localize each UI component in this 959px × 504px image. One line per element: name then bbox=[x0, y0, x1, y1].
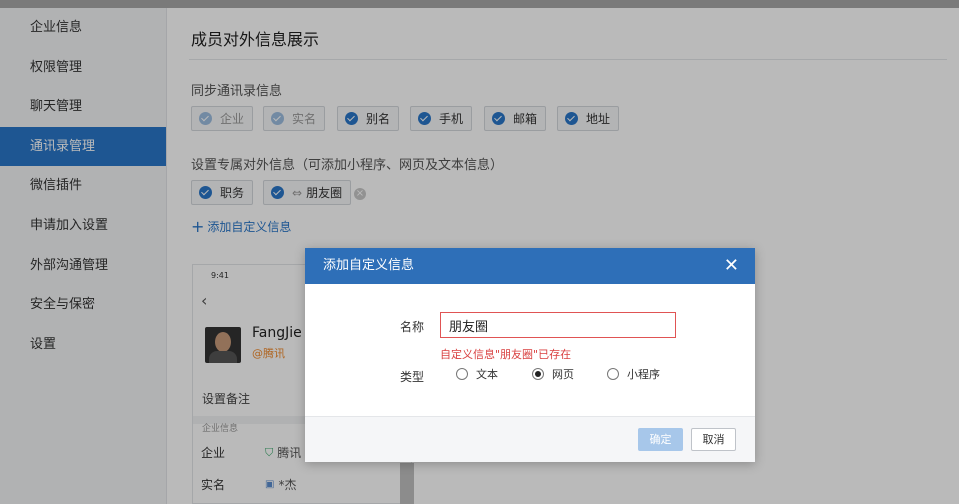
type-option-miniprogram[interactable]: 小程序 bbox=[607, 366, 660, 382]
add-custom-info-dialog: 添加自定义信息 ✕ 名称 自定义信息"朋友圈"已存在 类型 文本 网页 小程序 … bbox=[305, 248, 755, 462]
dialog-footer: 确定 取消 bbox=[305, 416, 755, 462]
name-label: 名称 bbox=[400, 320, 425, 334]
radio-icon bbox=[607, 368, 619, 380]
type-option-webpage[interactable]: 网页 bbox=[532, 366, 574, 382]
confirm-button[interactable]: 确定 bbox=[638, 428, 683, 451]
radio-selected-icon bbox=[532, 368, 544, 380]
name-input[interactable] bbox=[440, 312, 676, 338]
radio-icon bbox=[456, 368, 468, 380]
type-label: 类型 bbox=[400, 370, 425, 384]
cancel-button[interactable]: 取消 bbox=[691, 428, 736, 451]
type-option-label: 文本 bbox=[476, 368, 498, 381]
error-message: 自定义信息"朋友圈"已存在 bbox=[440, 348, 572, 361]
type-option-label: 小程序 bbox=[627, 368, 660, 381]
dialog-title: 添加自定义信息 bbox=[323, 258, 415, 273]
close-icon[interactable]: ✕ bbox=[724, 248, 739, 284]
dialog-header: 添加自定义信息 ✕ bbox=[305, 248, 755, 284]
type-option-text[interactable]: 文本 bbox=[456, 366, 498, 382]
type-option-label: 网页 bbox=[552, 368, 574, 381]
